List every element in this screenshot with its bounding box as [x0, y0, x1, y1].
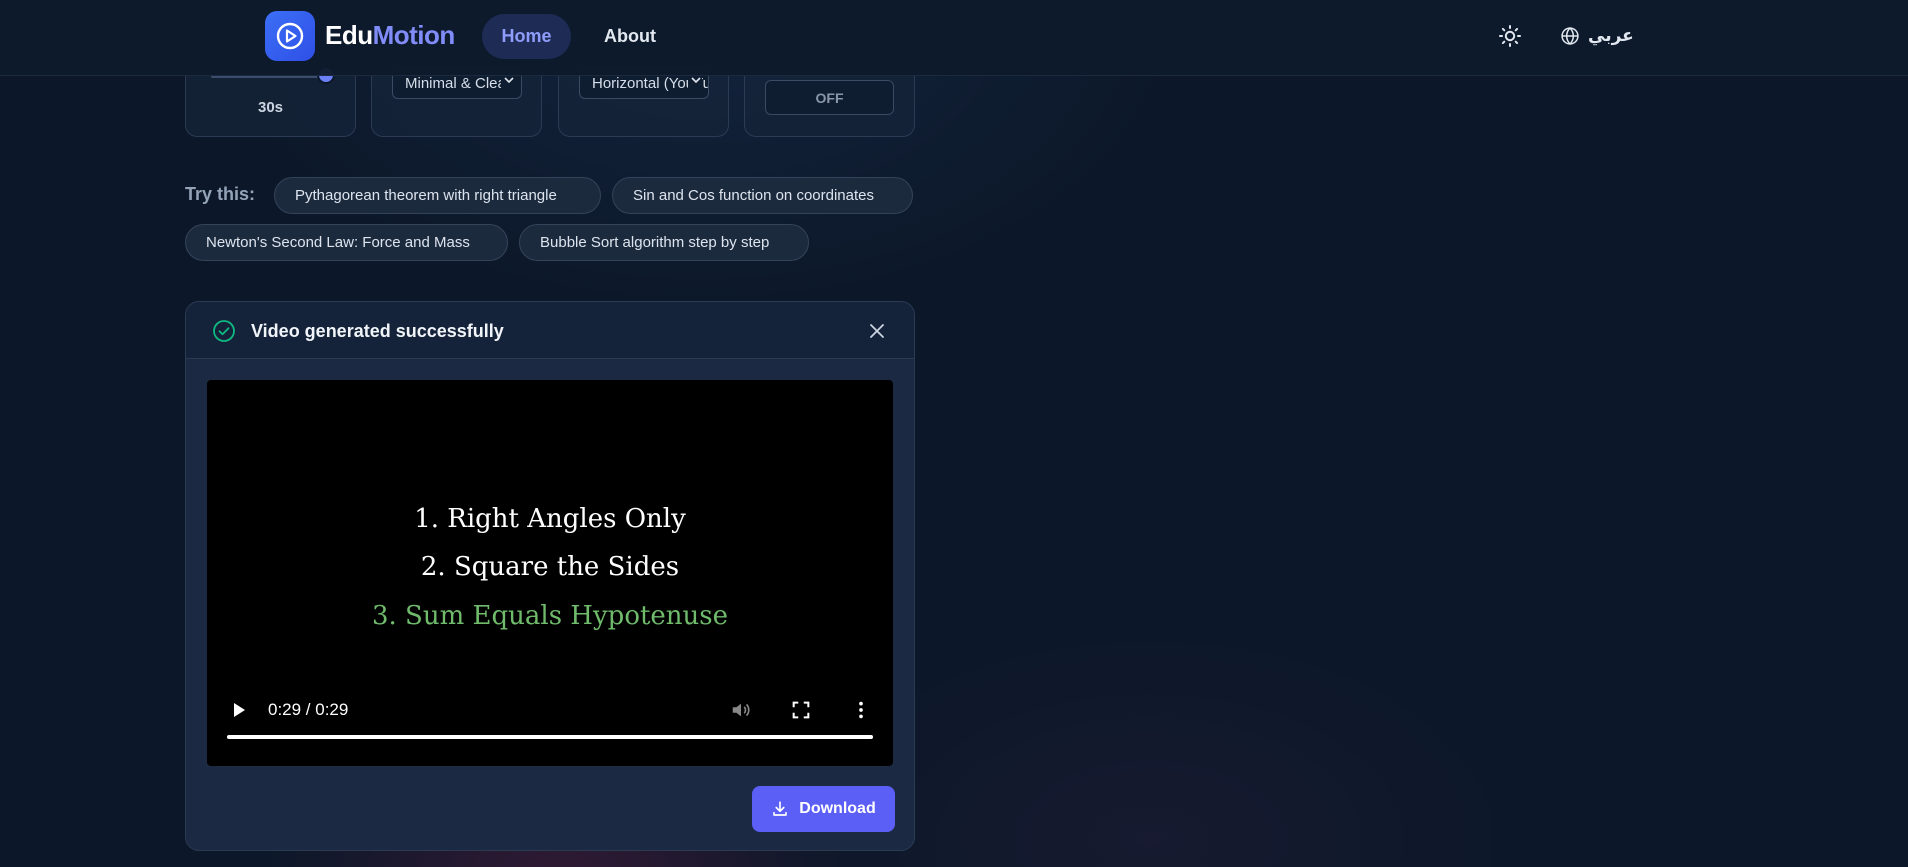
sun-icon [1499, 25, 1521, 47]
brand-logo[interactable]: EduMotion [325, 20, 455, 51]
download-button[interactable]: Download [752, 786, 895, 832]
suggestion-chip[interactable]: Sin and Cos function on coordinates [612, 177, 913, 214]
suggestion-chip[interactable]: Bubble Sort algorithm step by step [519, 224, 809, 261]
result-title: Video generated successfully [251, 321, 504, 341]
logo-play-icon[interactable] [265, 11, 315, 61]
fullscreen-icon [792, 701, 810, 719]
download-label: Download [799, 800, 876, 817]
video-player[interactable]: 1. Right Angles Only 2. Square the Sides… [207, 380, 893, 766]
language-switch-button[interactable]: عربي [1560, 20, 1634, 52]
globe-icon [1561, 27, 1579, 45]
result-panel: Video generated successfully 1. Right An… [185, 301, 915, 851]
chevron-down-icon [688, 74, 702, 89]
play-button[interactable] [229, 700, 249, 720]
video-text-line: 1. Right Angles Only [414, 504, 686, 534]
more-options-button[interactable] [850, 699, 872, 721]
nav-home[interactable]: Home [482, 14, 571, 59]
top-navbar: EduMotion Home About عربي [0, 0, 1908, 76]
close-icon [870, 324, 884, 338]
more-vertical-icon [859, 701, 863, 719]
video-text-line: 2. Square the Sides [420, 552, 680, 582]
brand-name-part2: Motion [372, 20, 456, 50]
play-icon [234, 703, 245, 717]
theme-toggle-button[interactable] [1496, 22, 1524, 50]
check-circle-icon [213, 320, 235, 342]
style-select-value: Minimal & Clean [405, 75, 515, 92]
chevron-down-icon [501, 74, 515, 89]
volume-button[interactable] [730, 699, 752, 721]
fullscreen-button[interactable] [790, 699, 812, 721]
video-text-line-highlight: 3. Sum Equals Hypotenuse [371, 601, 729, 631]
brand-name-part1: Edu [325, 20, 373, 50]
toggle-button[interactable]: OFF [765, 80, 894, 115]
video-time: 0:29 / 0:29 [268, 700, 349, 719]
suggestion-chip[interactable]: Pythagorean theorem with right triangle [274, 177, 601, 214]
close-button[interactable] [865, 319, 889, 343]
nav-about[interactable]: About [592, 14, 668, 59]
language-label: عربي [1588, 26, 1634, 45]
download-icon [773, 801, 788, 816]
try-this-label: Try this: [185, 184, 256, 204]
result-header: Video generated successfully [186, 302, 914, 359]
volume-icon [732, 703, 750, 717]
video-progress-bar[interactable] [227, 735, 873, 739]
duration-value: 30s [257, 99, 284, 116]
suggestion-chip[interactable]: Newton's Second Law: Force and Mass [185, 224, 508, 261]
video-progress-fill [227, 735, 873, 739]
